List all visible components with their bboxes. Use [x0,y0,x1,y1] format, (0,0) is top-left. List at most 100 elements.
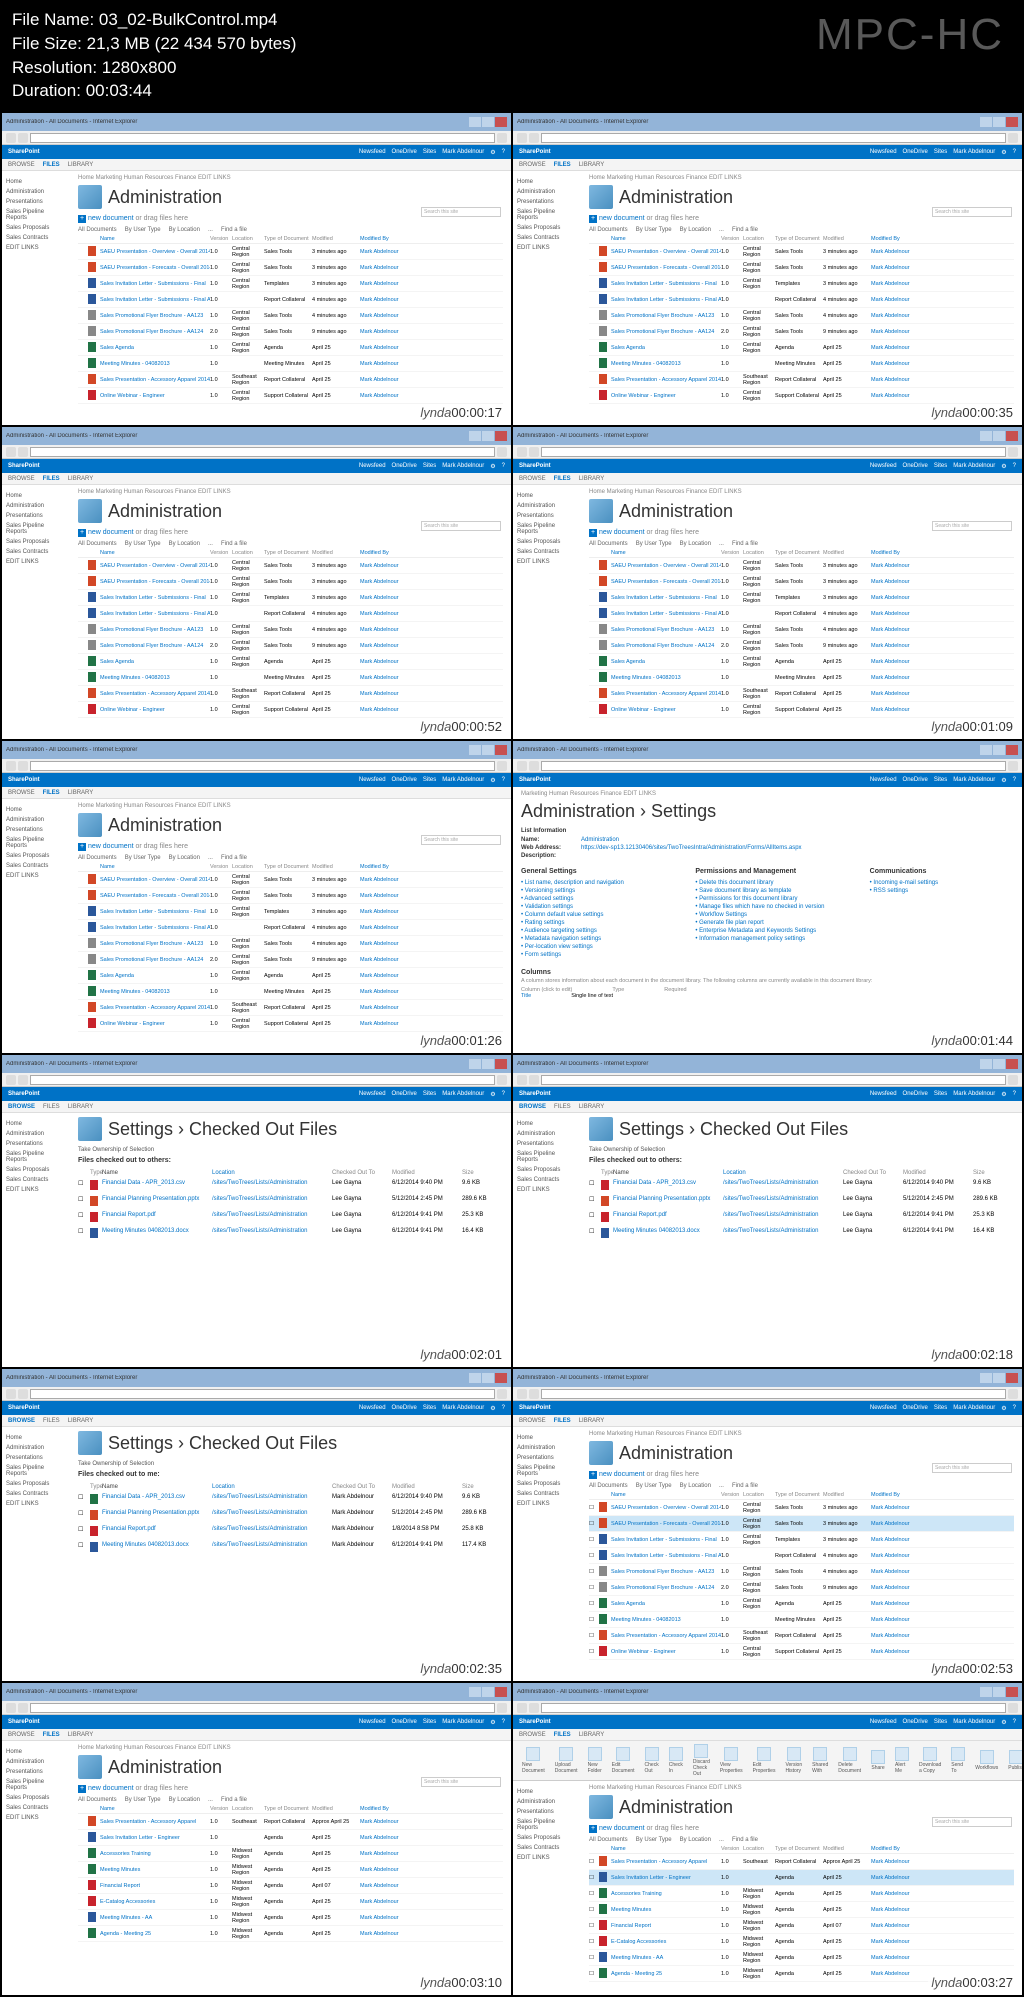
gear-icon[interactable]: ⚙ [1001,777,1006,784]
modifiedby-cell[interactable]: Mark Abdelnour [871,1907,921,1913]
help-icon[interactable]: ? [502,1719,505,1725]
window-controls[interactable] [980,1059,1018,1069]
modifiedby-cell[interactable]: Mark Abdelnour [360,1915,410,1921]
settings-link[interactable]: • Save document library as template [695,887,839,895]
column-header[interactable]: Version [210,1806,232,1812]
table-row[interactable]: ☐Meeting Minutes 04082013.docx/sites/Two… [589,1226,1014,1242]
view-link[interactable]: Find a file [732,541,758,547]
column-header[interactable]: Location [743,1846,775,1852]
sites-link[interactable]: Sites [423,1719,436,1725]
column-header[interactable]: Modified By [871,1846,921,1852]
file-name-link[interactable]: SAEU Presentation - Forecasts - Overall … [100,579,210,585]
back-button[interactable] [6,447,16,457]
onedrive-link[interactable]: OneDrive [392,149,417,155]
sidebar-item[interactable]: EDIT LINKS [6,243,66,253]
view-link[interactable]: Find a file [732,1837,758,1843]
row-checkbox[interactable]: ☐ [589,1553,599,1559]
sidebar-item[interactable]: Sales Pipeline Reports [6,1463,66,1479]
refresh-button[interactable] [497,1389,507,1399]
maximize-button[interactable] [993,1687,1005,1697]
sidebar-item[interactable]: Home [6,491,66,501]
minimize-button[interactable] [980,1059,992,1069]
column-header[interactable] [88,550,100,556]
sidebar-item[interactable]: Sales Pipeline Reports [6,1777,66,1793]
newsfeed-link[interactable]: Newsfeed [359,1405,386,1411]
tab-files[interactable]: FILES [43,476,60,482]
modifiedby-cell[interactable]: Mark Abdelnour [871,361,921,367]
sites-link[interactable]: Sites [423,1091,436,1097]
location-link[interactable]: /sites/TwoTrees/Lists/Administration [212,1212,332,1224]
back-button[interactable] [6,1075,16,1085]
modifiedby-cell[interactable]: Mark Abdelnour [360,265,410,271]
column-header[interactable]: Location [212,1484,332,1490]
back-button[interactable] [517,1075,527,1085]
modifiedby-cell[interactable]: Mark Abdelnour [871,377,921,383]
column-header[interactable]: Modified [312,550,360,556]
table-row[interactable]: ☐Meeting Minutes 04082013.docx/sites/Two… [78,1540,503,1556]
file-name-link[interactable]: SAEU Presentation - Forecasts - Overall … [611,1521,721,1527]
help-icon[interactable]: ? [502,1091,505,1097]
column-header[interactable]: Version [210,236,232,242]
modifiedby-cell[interactable]: Mark Abdelnour [871,1649,921,1655]
file-name-link[interactable]: Sales Promotional Flyer Brochure - AA124 [611,1585,721,1591]
file-name-link[interactable]: Sales Agenda [611,659,721,665]
window-controls[interactable] [469,1059,507,1069]
column-header[interactable]: Modified [823,1846,871,1852]
location-link[interactable]: /sites/TwoTrees/Lists/Administration [723,1196,843,1208]
tab-browse[interactable]: BROWSE [8,1732,35,1738]
sidebar-item[interactable]: Sales Pipeline Reports [517,207,577,223]
maximize-button[interactable] [482,745,494,755]
search-box[interactable]: Search this site [932,207,1012,217]
modifiedby-cell[interactable]: Mark Abdelnour [360,973,410,979]
modifiedby-cell[interactable]: Mark Abdelnour [871,1505,921,1511]
modifiedby-cell[interactable]: Mark Abdelnour [871,1633,921,1639]
column-header[interactable]: Modified [823,236,871,242]
column-header[interactable] [589,1170,601,1176]
checked-out-to[interactable]: Lee Gayna [843,1180,903,1192]
file-name-link[interactable]: Meeting Minutes - AA [611,1955,721,1961]
tab-browse[interactable]: BROWSE [519,1418,546,1424]
forward-button[interactable] [529,1075,539,1085]
modifiedby-cell[interactable]: Mark Abdelnour [360,941,410,947]
forward-button[interactable] [529,447,539,457]
modifiedby-cell[interactable]: Mark Abdelnour [871,1601,921,1607]
tab-library[interactable]: LIBRARY [68,1732,94,1738]
table-row[interactable]: SAEU Presentation - Overview - Overall 2… [589,558,1014,574]
settings-link[interactable]: • Workflow Settings [695,911,839,919]
modifiedby-cell[interactable]: Mark Abdelnour [360,957,410,963]
sidebar-item[interactable]: Sales Contracts [517,1175,577,1185]
user-name[interactable]: Mark Abdelnour [953,149,995,155]
tab-library[interactable]: LIBRARY [68,790,94,796]
sidebar-item[interactable]: Sales Proposals [517,1833,577,1843]
forward-button[interactable] [529,133,539,143]
refresh-button[interactable] [497,447,507,457]
column-header[interactable] [78,236,88,242]
onedrive-link[interactable]: OneDrive [903,1091,928,1097]
file-name-link[interactable]: Sales Invitation Letter - Submissions - … [611,1537,721,1543]
sidebar-item[interactable]: Home [517,1119,577,1129]
row-checkbox[interactable]: ☐ [589,1907,599,1913]
file-name-link[interactable]: Sales Invitation Letter - Engineer [611,1875,721,1881]
table-row[interactable]: Meeting Minutes - 040820131.0Meeting Min… [78,984,503,1000]
file-name-link[interactable]: Meeting Minutes - AA [100,1915,210,1921]
file-name-link[interactable]: Sales Promotional Flyer Brochure - AA123 [100,313,210,319]
column-header[interactable]: Modified [312,236,360,242]
column-header[interactable]: Name [102,1484,212,1490]
gear-icon[interactable]: ⚙ [490,463,495,470]
sidebar-item[interactable]: Administration [517,1443,577,1453]
column-header[interactable]: Name [611,1846,721,1852]
view-link[interactable]: By User Type [125,855,161,861]
sidebar-item[interactable]: Home [517,1433,577,1443]
view-link[interactable]: By User Type [636,1483,672,1489]
modifiedby-cell[interactable]: Mark Abdelnour [871,1585,921,1591]
sidebar-item[interactable]: Sales Contracts [6,861,66,871]
close-button[interactable] [495,1373,507,1383]
sidebar-item[interactable]: Home [6,1433,66,1443]
sidebar-item[interactable]: Sales Contracts [6,547,66,557]
table-row[interactable]: ☐Online Webinar - Engineer1.0Central Reg… [589,1644,1014,1660]
gear-icon[interactable]: ⚙ [490,149,495,156]
column-header[interactable] [599,1846,611,1852]
table-row[interactable]: ☐Meeting Minutes1.0Midwest RegionAgendaA… [589,1902,1014,1918]
table-row[interactable]: Sales Promotional Flyer Brochure - AA123… [589,622,1014,638]
sidebar-item[interactable]: Home [517,491,577,501]
